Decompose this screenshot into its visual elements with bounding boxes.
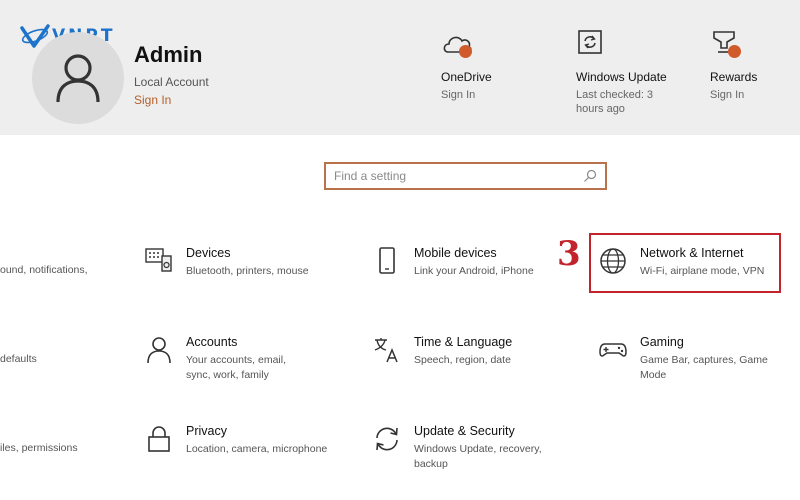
tile-privacy[interactable]: Privacy Location, camera, microphone	[144, 424, 331, 484]
person-icon	[147, 337, 171, 364]
tile-update-security[interactable]: Update & Security Windows Update, recove…	[372, 424, 544, 484]
search-input[interactable]	[334, 169, 583, 183]
windows-update-item[interactable]: Windows Update Last checked: 3 hours ago	[576, 28, 686, 116]
partial-tile-desc-files: iles, permissions	[0, 442, 78, 454]
search-icon[interactable]	[583, 169, 597, 183]
gamepad-icon	[599, 343, 627, 357]
tile-privacy-title: Privacy	[186, 424, 227, 438]
tile-time-language[interactable]: Time & Language Speech, region, date	[372, 335, 544, 395]
lock-icon	[148, 426, 170, 452]
tile-mobile-devices-title: Mobile devices	[414, 246, 497, 260]
tile-devices[interactable]: Devices Bluetooth, printers, mouse	[144, 246, 316, 306]
sync-icon	[376, 427, 398, 451]
tile-mobile-devices[interactable]: Mobile devices Link your Android, iPhone	[372, 246, 544, 306]
onedrive-title: OneDrive	[441, 70, 492, 84]
account-header: VNPT Admin Local Account Sign In OneDriv…	[0, 0, 800, 135]
tile-gaming-title: Gaming	[640, 335, 684, 349]
rewards-item[interactable]: Rewards Sign In	[710, 28, 800, 102]
tile-accounts-title: Accounts	[186, 335, 238, 349]
trophy-icon	[710, 28, 744, 62]
tile-update-security-title: Update & Security	[414, 424, 515, 438]
onedrive-item[interactable]: OneDrive Sign In	[441, 28, 551, 102]
account-name: Admin	[134, 42, 203, 67]
windows-update-status: Last checked: 3 hours ago	[576, 89, 654, 115]
tile-gaming-desc: Game Bar, captures, Game Mode	[640, 354, 768, 381]
tile-gaming[interactable]: Gaming Game Bar, captures, Game Mode	[598, 335, 770, 395]
account-type: Local Account	[134, 75, 209, 89]
user-avatar-icon	[56, 54, 100, 103]
tile-time-language-desc: Speech, region, date	[414, 354, 511, 366]
step-number-annotation: 3	[557, 234, 581, 274]
rewards-status: Sign In	[710, 89, 745, 101]
phone-icon	[379, 247, 395, 274]
tile-time-language-title: Time & Language	[414, 335, 513, 349]
onedrive-status: Sign In	[441, 89, 476, 101]
tile-devices-desc: Bluetooth, printers, mouse	[186, 265, 309, 277]
cloud-icon	[441, 28, 475, 62]
update-icon	[576, 28, 610, 62]
devices-icon	[145, 248, 172, 272]
tile-update-security-desc: Windows Update, recovery, backup	[414, 443, 542, 470]
language-icon	[374, 338, 398, 363]
tile-mobile-devices-desc: Link your Android, iPhone	[414, 265, 534, 277]
partial-tile-desc-sound: ound, notifications,	[0, 264, 88, 276]
tile-accounts[interactable]: Accounts Your accounts, email, sync, wor…	[144, 335, 311, 395]
search-box[interactable]	[324, 162, 607, 190]
tile-privacy-desc: Location, camera, microphone	[186, 443, 328, 455]
tile-devices-title: Devices	[186, 246, 231, 260]
windows-update-title: Windows Update	[576, 70, 667, 84]
partial-tile-desc-defaults: defaults	[0, 353, 37, 365]
tile-accounts-desc: Your accounts, email, sync, work, family	[186, 354, 287, 381]
highlight-box	[589, 233, 781, 293]
rewards-title: Rewards	[710, 70, 758, 84]
account-sign-in-link[interactable]: Sign In	[134, 93, 171, 107]
avatar[interactable]	[32, 32, 124, 124]
